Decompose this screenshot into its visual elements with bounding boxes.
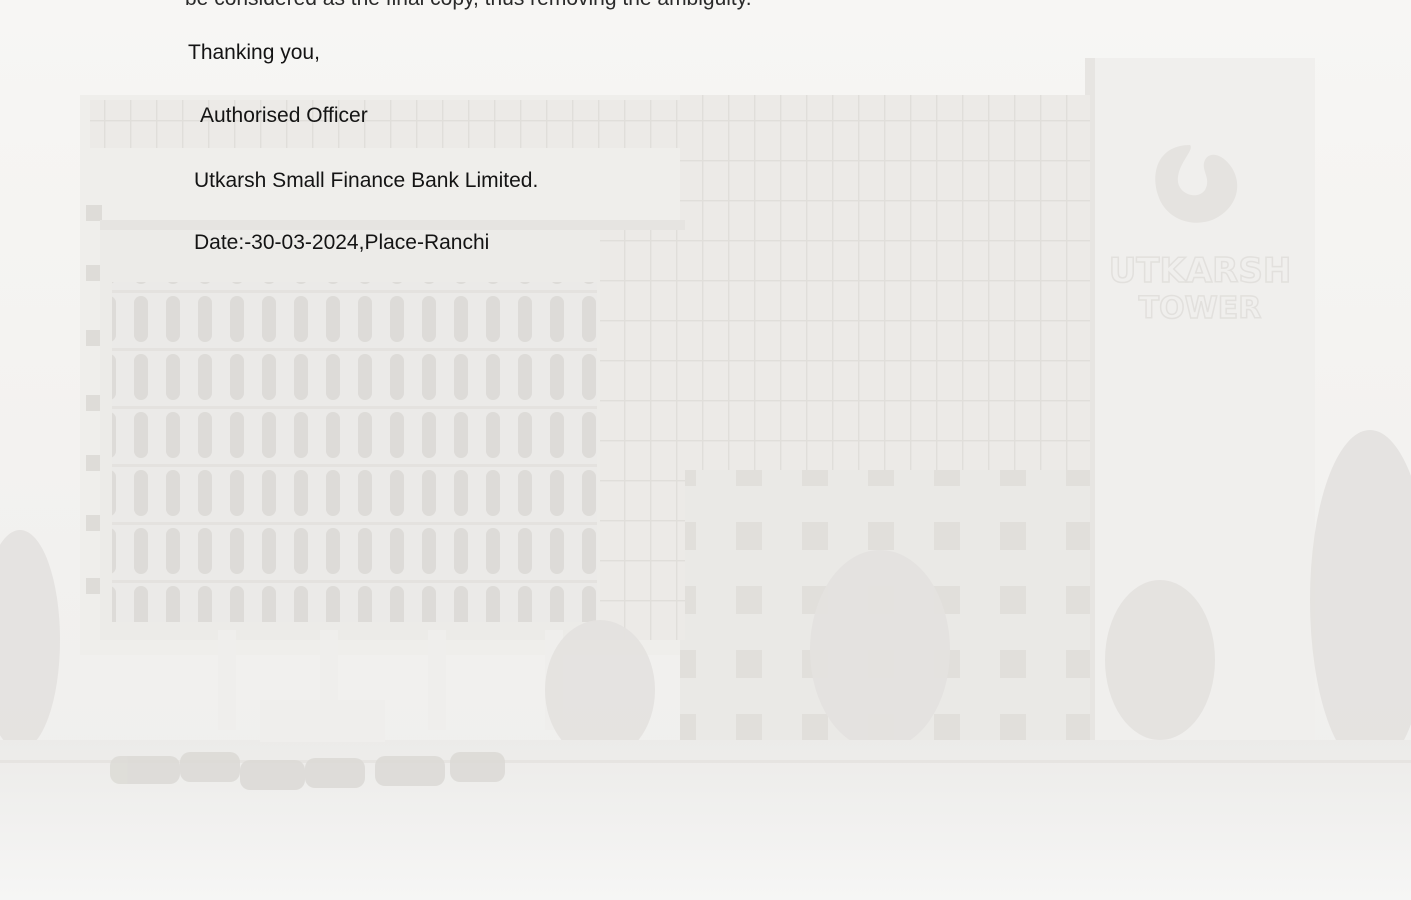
building-watermark-image: UTKARSH TOWER: [0, 0, 1411, 900]
letter-closing: Thanking you,: [188, 41, 320, 64]
bank-name: Utkarsh Small Finance Bank Limited.: [194, 169, 539, 192]
tower-text-line1: UTKARSH: [1109, 251, 1292, 291]
letter-cutoff-text: be considered as the final copy, thus re…: [185, 0, 752, 12]
tower-text-line2: TOWER: [1139, 291, 1262, 326]
signatory-title: Authorised Officer: [200, 104, 368, 127]
date-place: Date:-30-03-2024,Place-Ranchi: [194, 231, 490, 254]
